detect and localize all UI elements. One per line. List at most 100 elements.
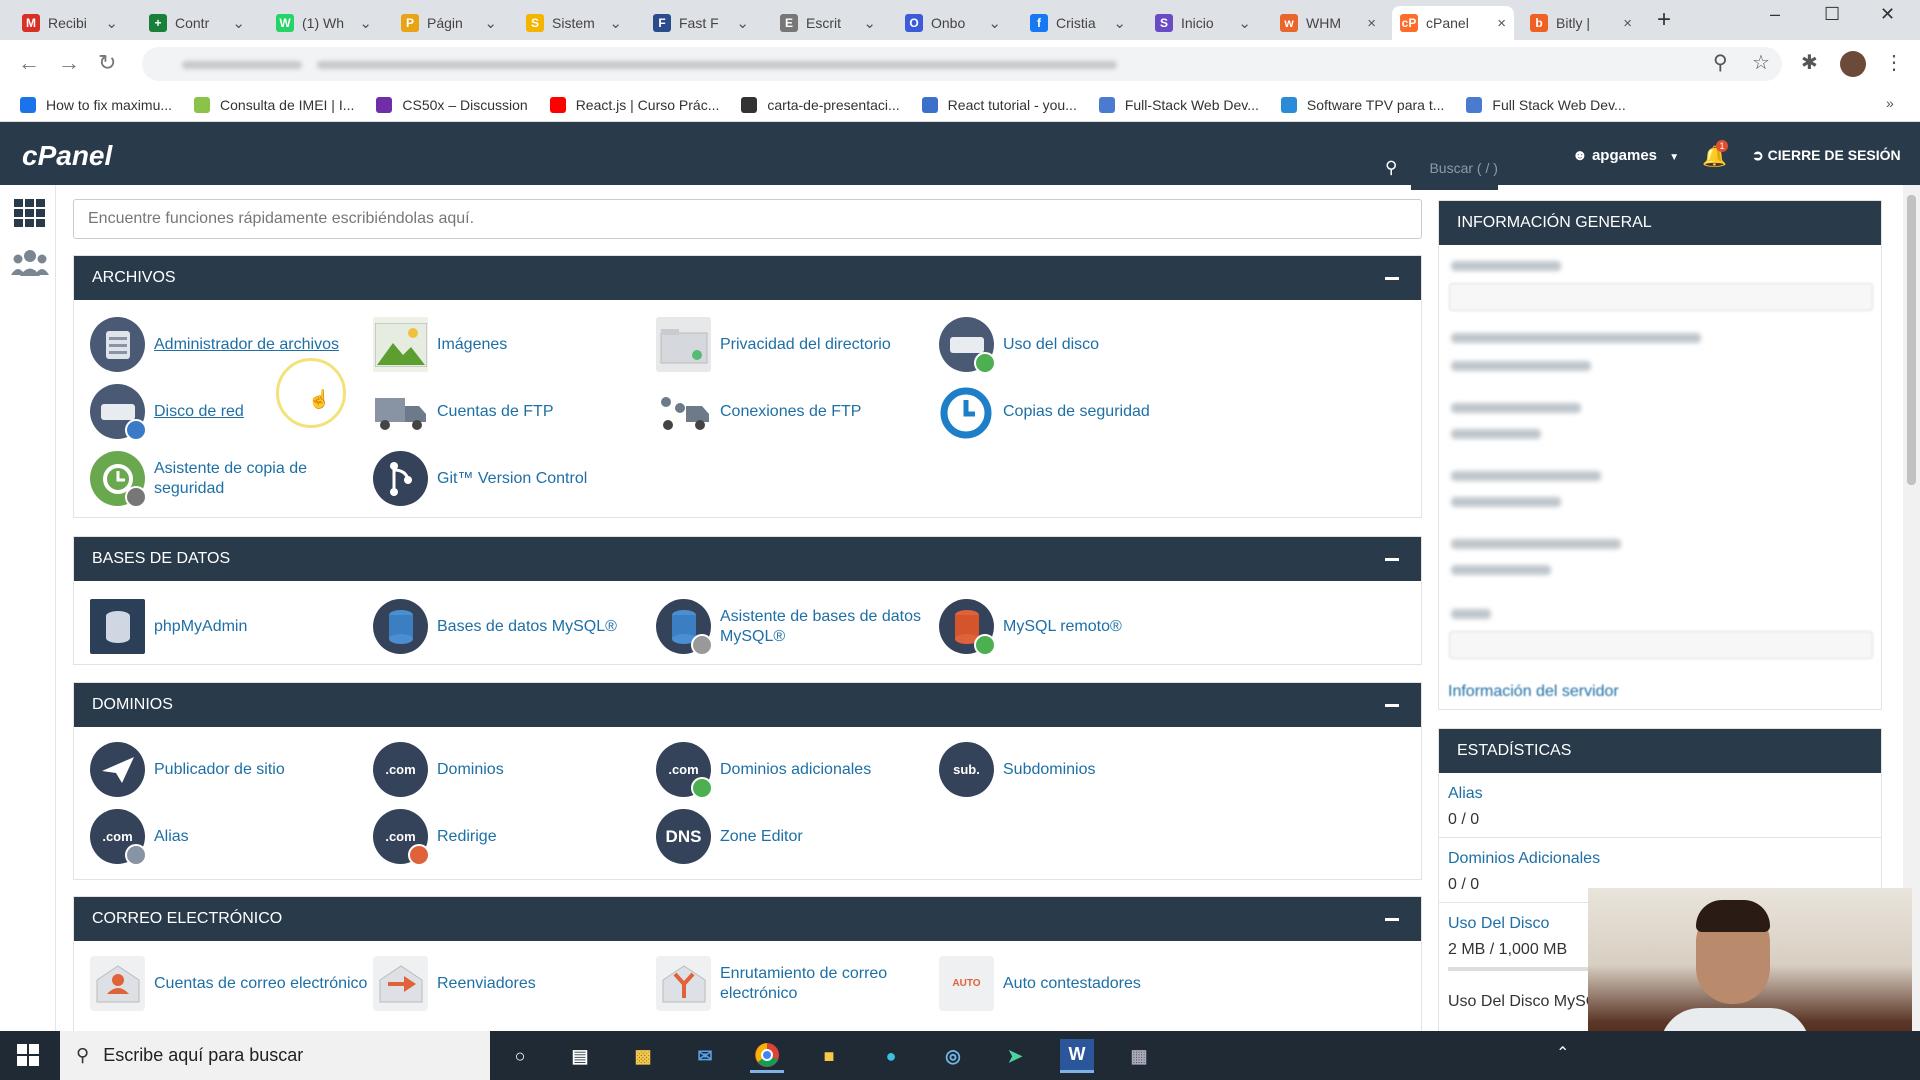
chevron-down-icon[interactable]: ⌄ bbox=[609, 14, 622, 32]
browser-tab[interactable]: W (1) Wh ⌄ bbox=[268, 6, 380, 40]
header-search[interactable]: ⚲ Buscar ( / ) bbox=[1385, 146, 1498, 190]
email-routing-link[interactable]: Enrutamiento de correo electrónico bbox=[656, 956, 936, 1011]
chevron-down-icon[interactable]: ⌄ bbox=[736, 14, 749, 32]
images-link[interactable]: Imágenes bbox=[373, 317, 653, 372]
collapse-icon[interactable] bbox=[1385, 918, 1399, 921]
browser-tab[interactable]: S Sistem ⌄ bbox=[518, 6, 630, 40]
maximize-icon[interactable]: ☐ bbox=[1824, 4, 1840, 25]
server-info-link[interactable]: Información del servidor bbox=[1448, 683, 1619, 701]
browser-tab[interactable]: F Fast F ⌄ bbox=[645, 6, 757, 40]
user-menu[interactable]: ☻ apgames ▼ bbox=[1572, 147, 1679, 164]
git-version-control-link[interactable]: Git™ Version Control bbox=[373, 451, 653, 506]
phpmyadmin-link[interactable]: phpMyAdmin bbox=[90, 599, 370, 654]
close-icon[interactable]: × bbox=[1367, 15, 1376, 32]
disk-usage-link[interactable]: Uso del disco bbox=[939, 317, 1219, 374]
domains-section-header[interactable]: DOMINIOS bbox=[74, 683, 1421, 727]
backup-wizard-link[interactable]: Asistente de copia de seguridad bbox=[90, 451, 370, 508]
ftp-accounts-link[interactable]: Cuentas de FTP bbox=[373, 384, 653, 439]
chevron-down-icon[interactable]: ⌄ bbox=[105, 14, 118, 32]
chevron-down-icon[interactable]: ⌄ bbox=[1238, 14, 1251, 32]
browser-tab[interactable]: w WHM × bbox=[1272, 6, 1384, 40]
files-section-header[interactable]: ARCHIVOS bbox=[74, 256, 1421, 300]
browser-tab[interactable]: + Contr ⌄ bbox=[141, 6, 253, 40]
taskbar-search[interactable]: ⚲ Escribe aquí para buscar bbox=[60, 1031, 490, 1080]
forward-icon[interactable]: → bbox=[58, 50, 80, 76]
browser-tab[interactable]: O Onbo ⌄ bbox=[897, 6, 1009, 40]
forwarders-link[interactable]: Reenviadores bbox=[373, 956, 653, 1011]
stat-label[interactable]: Alias bbox=[1448, 785, 1872, 803]
mysql-wizard-link[interactable]: Asistente de bases de datos MySQL® bbox=[656, 599, 936, 656]
windows-start-icon[interactable] bbox=[17, 1044, 39, 1066]
new-tab-icon[interactable]: + bbox=[1657, 6, 1671, 34]
browser-tab[interactable]: P Págin ⌄ bbox=[393, 6, 505, 40]
bookmark-item[interactable]: Software TPV para t... bbox=[1280, 96, 1444, 113]
browser-tab[interactable]: M Recibi ⌄ bbox=[14, 6, 126, 40]
back-icon[interactable]: ← bbox=[18, 50, 40, 76]
close-icon[interactable]: × bbox=[1623, 15, 1632, 32]
browser-tab[interactable]: cP cPanel × bbox=[1392, 6, 1514, 40]
email-section-header[interactable]: CORREO ELECTRÓNICO bbox=[74, 897, 1421, 941]
bookmark-item[interactable]: Consulta de IMEI | I... bbox=[194, 96, 354, 113]
apps-grid-icon[interactable] bbox=[14, 199, 46, 227]
browser-tab[interactable]: b Bitly | × bbox=[1522, 6, 1640, 40]
bookmark-item[interactable]: Full Stack Web Dev... bbox=[1466, 96, 1626, 113]
quick-search-input[interactable] bbox=[73, 199, 1422, 239]
chevron-down-icon[interactable]: ⌄ bbox=[484, 14, 497, 32]
chevron-down-icon[interactable]: ⌄ bbox=[232, 14, 245, 32]
chevron-down-icon[interactable]: ⌄ bbox=[1113, 14, 1126, 32]
window-close-icon[interactable]: ✕ bbox=[1880, 4, 1895, 25]
addon-domains-link[interactable]: .com Dominios adicionales bbox=[656, 742, 936, 799]
zoom-icon[interactable]: ⚲ bbox=[1713, 50, 1728, 75]
domains-link[interactable]: .com Dominios bbox=[373, 742, 653, 797]
bookmark-item[interactable]: CS50x – Discussion bbox=[376, 96, 528, 113]
chevron-down-icon[interactable]: ⌄ bbox=[863, 14, 876, 32]
task-view-icon[interactable]: ▤ bbox=[563, 1039, 597, 1073]
mysql-databases-link[interactable]: Bases de datos MySQL® bbox=[373, 599, 653, 654]
reload-icon[interactable]: ↻ bbox=[98, 50, 116, 76]
tray-chevron-icon[interactable]: ⌃ bbox=[1556, 1043, 1569, 1063]
zone-editor-link[interactable]: DNS Zone Editor bbox=[656, 809, 936, 864]
app-icon[interactable]: ➤ bbox=[998, 1039, 1032, 1073]
mail-icon[interactable]: ✉ bbox=[688, 1039, 722, 1073]
bookmark-item[interactable]: React.js | Curso Prác... bbox=[549, 96, 719, 113]
close-icon[interactable]: × bbox=[1497, 15, 1506, 32]
collapse-icon[interactable] bbox=[1385, 558, 1399, 561]
chevron-down-icon[interactable]: ⌄ bbox=[988, 14, 1001, 32]
email-accounts-link[interactable]: Cuentas de correo electrónico bbox=[90, 956, 370, 1011]
bookmark-star-icon[interactable]: ☆ bbox=[1752, 50, 1770, 75]
subdomains-link[interactable]: sub. Subdominios bbox=[939, 742, 1219, 797]
stat-label[interactable]: Dominios Adicionales bbox=[1448, 850, 1872, 868]
remote-mysql-link[interactable]: MySQL remoto® bbox=[939, 599, 1219, 656]
users-icon[interactable] bbox=[11, 249, 49, 277]
calculator-icon[interactable]: ▦ bbox=[1122, 1039, 1156, 1073]
scrollbar-thumb[interactable] bbox=[1907, 195, 1916, 485]
ftp-connections-link[interactable]: Conexiones de FTP bbox=[656, 384, 936, 439]
bookmark-item[interactable]: Full-Stack Web Dev... bbox=[1098, 96, 1259, 113]
keep-icon[interactable]: ■ bbox=[812, 1039, 846, 1073]
browser-tab[interactable]: E Escrit ⌄ bbox=[772, 6, 884, 40]
browser-tab[interactable]: f Cristia ⌄ bbox=[1022, 6, 1134, 40]
minimize-icon[interactable]: – bbox=[1770, 4, 1780, 25]
omnibox[interactable] bbox=[142, 47, 1782, 81]
chevron-down-icon[interactable]: ⌄ bbox=[359, 14, 372, 32]
chrome-icon[interactable] bbox=[750, 1039, 784, 1073]
backups-link[interactable]: Copias de seguridad bbox=[939, 384, 1219, 439]
databases-section-header[interactable]: BASES DE DATOS bbox=[74, 537, 1421, 581]
file-explorer-icon[interactable]: ▩ bbox=[626, 1039, 660, 1073]
browser-tab[interactable]: S Inicio ⌄ bbox=[1147, 6, 1259, 40]
cortana-icon[interactable]: ○ bbox=[503, 1039, 537, 1073]
menu-icon[interactable]: ⋮ bbox=[1884, 50, 1904, 75]
bookmark-item[interactable]: React tutorial - you... bbox=[921, 96, 1077, 113]
bookmark-item[interactable]: How to fix maximu... bbox=[20, 96, 172, 113]
autoresponders-link[interactable]: AUTO Auto contestadores bbox=[939, 956, 1219, 1011]
collapse-icon[interactable] bbox=[1385, 704, 1399, 707]
aliases-link[interactable]: .com Alias bbox=[90, 809, 370, 866]
bookmark-item[interactable]: carta-de-presentaci... bbox=[741, 96, 900, 113]
logout-button[interactable]: ➲ CIERRE DE SESIÓN bbox=[1752, 147, 1901, 164]
collapse-icon[interactable] bbox=[1385, 277, 1399, 280]
edge-icon[interactable]: ● bbox=[874, 1039, 908, 1073]
redirects-link[interactable]: .com Redirige bbox=[373, 809, 653, 866]
cpanel-logo[interactable]: cPanel bbox=[22, 140, 112, 172]
extensions-icon[interactable]: ✱ bbox=[1801, 50, 1818, 75]
directory-privacy-link[interactable]: Privacidad del directorio bbox=[656, 317, 936, 372]
